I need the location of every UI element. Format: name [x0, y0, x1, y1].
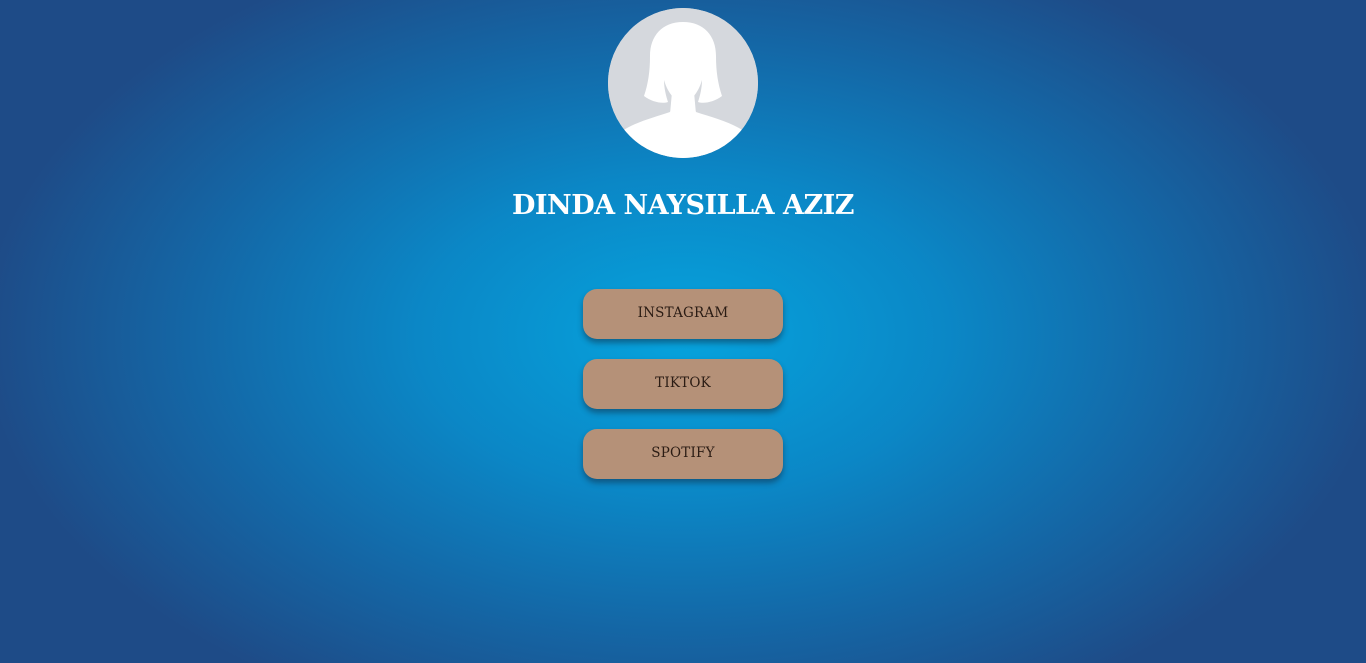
- profile-avatar: [608, 8, 758, 158]
- spotify-link-button[interactable]: SPOTIFY: [583, 429, 783, 479]
- profile-name: DINDA NAYSILLA AZIZ: [512, 190, 855, 221]
- instagram-link-button[interactable]: INSTAGRAM: [583, 289, 783, 339]
- link-list: INSTAGRAM TIKTOK SPOTIFY: [583, 289, 783, 499]
- tiktok-link-button[interactable]: TIKTOK: [583, 359, 783, 409]
- default-female-avatar-icon: [608, 8, 758, 158]
